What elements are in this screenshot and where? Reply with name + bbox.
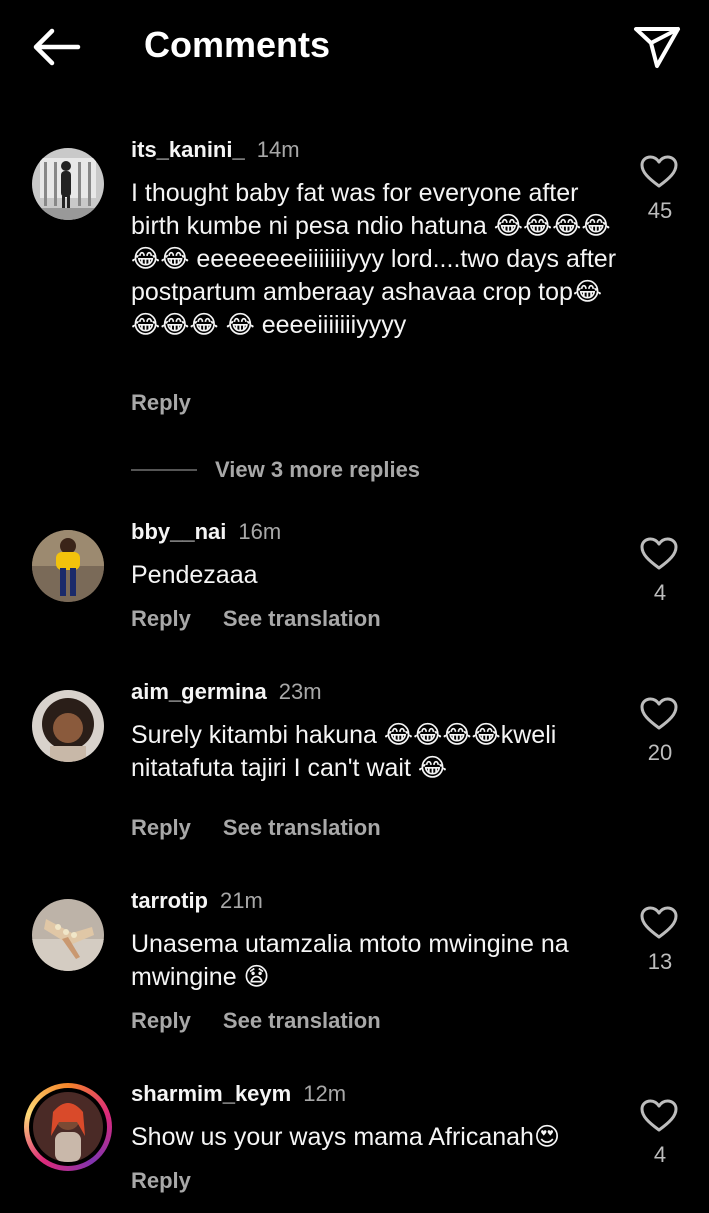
avatar[interactable]: [32, 899, 104, 971]
heart-outline-icon[interactable]: [640, 906, 678, 940]
see-translation-button[interactable]: See translation: [223, 1008, 381, 1033]
like-count: 13: [647, 949, 673, 974]
like-count: 20: [647, 740, 673, 765]
heart-outline-icon[interactable]: [640, 537, 678, 571]
heart-outline-icon[interactable]: [640, 697, 678, 731]
username[interactable]: bby__nai: [131, 519, 226, 544]
see-translation-button[interactable]: See translation: [223, 606, 381, 631]
heart-outline-icon[interactable]: [640, 155, 678, 189]
timestamp: 23m: [278, 679, 322, 704]
like-count: 4: [653, 1142, 667, 1167]
view-more-replies-label[interactable]: View 3 more replies: [215, 457, 420, 482]
view-more-replies[interactable]: View 3 more replies: [131, 457, 420, 483]
comment-text: Show us your ways mama Africanah😍: [131, 1123, 561, 1151]
like-count: 45: [647, 198, 673, 223]
heart-outline-icon[interactable]: [640, 1099, 678, 1133]
reply-button[interactable]: Reply: [131, 1168, 191, 1193]
avatar: [33, 1092, 103, 1162]
avatar-story-gap: [29, 1088, 107, 1166]
username[interactable]: its_kanini_: [131, 137, 245, 162]
timestamp: 14m: [256, 137, 300, 162]
reply-button[interactable]: Reply: [131, 1008, 191, 1033]
reply-button[interactable]: Reply: [131, 390, 191, 415]
comment-text: Pendezaaa: [131, 561, 258, 589]
reply-button[interactable]: Reply: [131, 815, 191, 840]
header: Comments: [0, 0, 709, 95]
see-translation-button[interactable]: See translation: [223, 815, 381, 840]
timestamp: 16m: [238, 519, 282, 544]
avatar[interactable]: [32, 148, 104, 220]
comment-text: Surely kitambi hakuna 😂😂😂😂kweli nitatafu…: [131, 721, 557, 782]
username[interactable]: aim_germina: [131, 679, 267, 704]
page-title: Comments: [144, 24, 331, 65]
avatar[interactable]: [32, 530, 104, 602]
avatar-story-ring[interactable]: [24, 1083, 112, 1171]
timestamp: 21m: [220, 888, 263, 913]
send-icon[interactable]: [632, 24, 682, 70]
username[interactable]: sharmim_keym: [131, 1081, 291, 1106]
comment-text: I thought baby fat was for everyone afte…: [131, 179, 617, 339]
reply-button[interactable]: Reply: [131, 606, 191, 631]
avatar[interactable]: [32, 690, 104, 762]
username[interactable]: tarrotip: [131, 888, 208, 913]
like-count: 4: [653, 580, 667, 605]
timestamp: 12m: [303, 1081, 347, 1106]
comment-text: Unasema utamzalia mtoto mwingine na mwin…: [131, 930, 569, 991]
divider: [131, 469, 197, 471]
back-arrow-icon[interactable]: [30, 26, 82, 68]
